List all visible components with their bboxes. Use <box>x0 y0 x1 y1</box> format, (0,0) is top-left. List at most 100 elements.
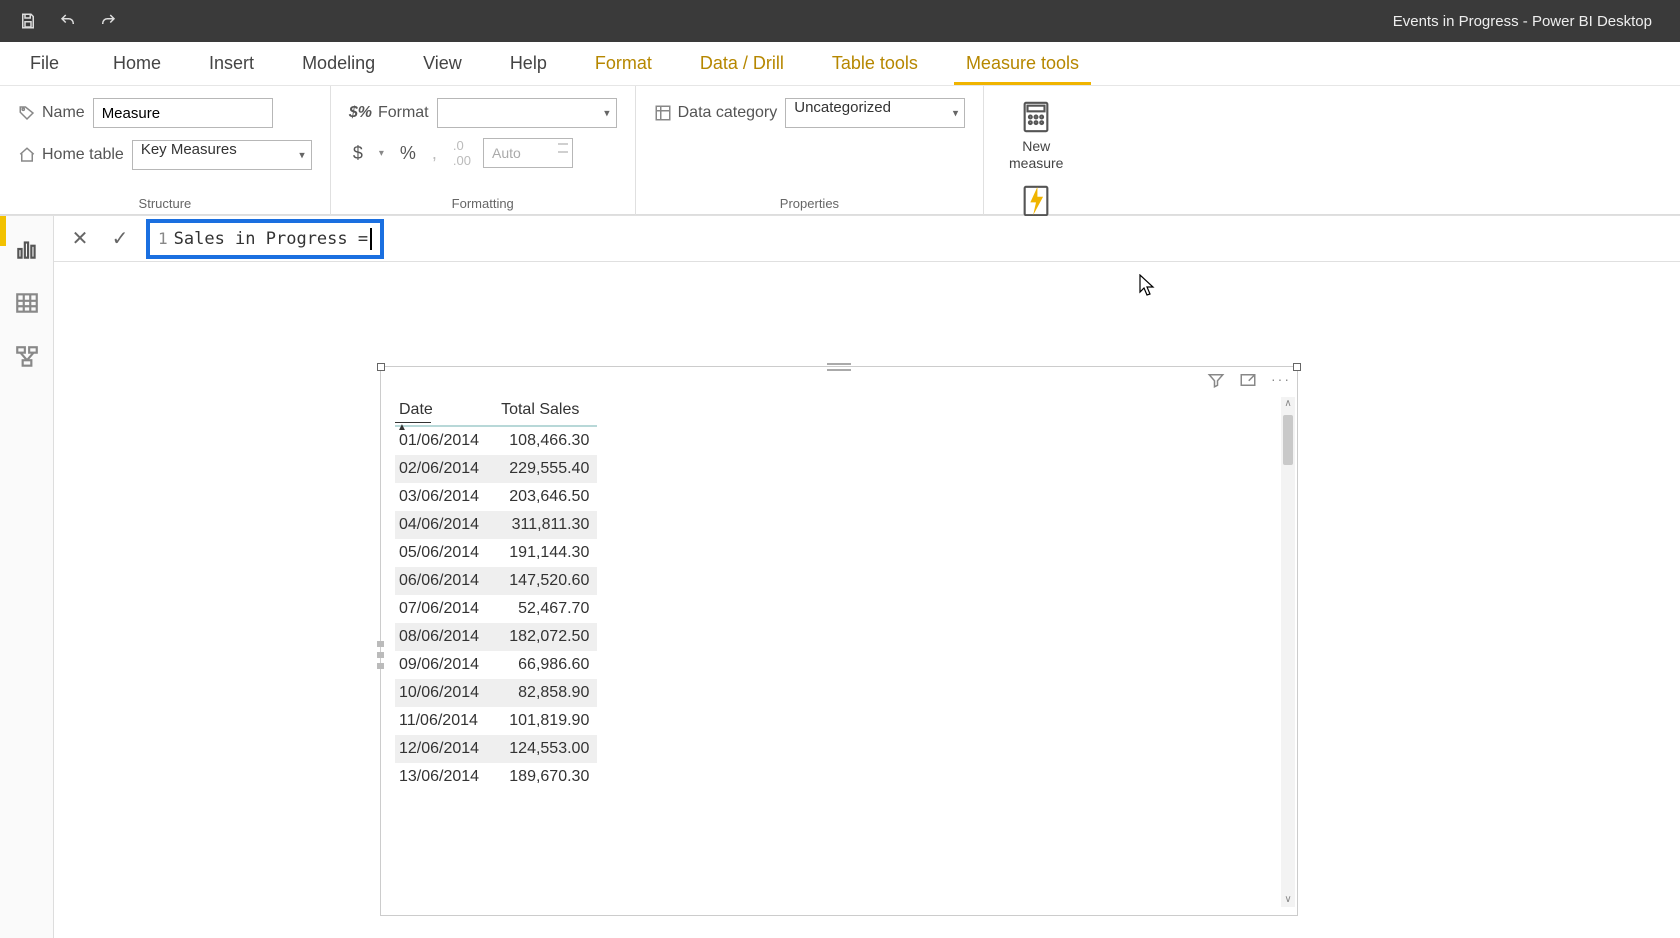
cell-total-sales: 108,466.30 <box>497 426 597 455</box>
tab-file[interactable]: File <box>0 41 89 85</box>
cell-total-sales: 182,072.50 <box>497 623 597 651</box>
titlebar: Events in Progress - Power BI Desktop <box>0 0 1680 42</box>
data-view-button[interactable] <box>6 282 48 324</box>
mouse-cursor-icon <box>1139 274 1157 298</box>
table-row[interactable]: 02/06/2014229,555.40 <box>395 455 597 483</box>
table-row[interactable]: 04/06/2014311,811.30 <box>395 511 597 539</box>
save-icon[interactable] <box>16 9 40 33</box>
window-title: Events in Progress - Power BI Desktop <box>1393 13 1652 30</box>
scroll-up-icon[interactable]: ∧ <box>1281 397 1295 411</box>
currency-button[interactable]: $ <box>349 143 367 164</box>
cell-total-sales: 147,520.60 <box>497 567 597 595</box>
resize-handle-tr[interactable] <box>1293 363 1301 371</box>
table-row[interactable]: 08/06/2014182,072.50 <box>395 623 597 651</box>
table-row[interactable]: 01/06/2014108,466.30 <box>395 426 597 455</box>
column-header-date[interactable]: Date ▲ <box>395 395 497 426</box>
quick-measure-icon <box>1019 184 1053 218</box>
cell-total-sales: 229,555.40 <box>497 455 597 483</box>
ribbon-group-structure: Name Home table Key Measures Structure <box>0 86 331 215</box>
scroll-thumb[interactable] <box>1283 415 1293 465</box>
data-category-label: Data category <box>654 104 778 122</box>
table-row[interactable]: 11/06/2014101,819.90 <box>395 707 597 735</box>
category-icon <box>654 104 672 122</box>
table-row[interactable]: 07/06/201452,467.70 <box>395 595 597 623</box>
home-table-select[interactable]: Key Measures <box>132 140 312 170</box>
cell-date: 13/06/2014 <box>395 763 497 791</box>
new-measure-button[interactable]: New measure <box>1002 100 1070 172</box>
home-table-label: Home table <box>18 146 124 164</box>
cell-total-sales: 311,811.30 <box>497 511 597 539</box>
cell-total-sales: 124,553.00 <box>497 735 597 763</box>
cell-date: 06/06/2014 <box>395 567 497 595</box>
model-view-button[interactable] <box>6 336 48 378</box>
percent-button[interactable]: % <box>396 143 420 164</box>
visual-header-toolbar: ··· <box>1207 371 1291 389</box>
cell-date: 10/06/2014 <box>395 679 497 707</box>
tab-data-drill[interactable]: Data / Drill <box>676 41 808 85</box>
table-row[interactable]: 13/06/2014189,670.30 <box>395 763 597 791</box>
scroll-down-icon[interactable]: ∨ <box>1281 893 1295 907</box>
cell-date: 04/06/2014 <box>395 511 497 539</box>
table-row[interactable]: 05/06/2014191,144.30 <box>395 539 597 567</box>
redo-icon[interactable] <box>96 9 120 33</box>
caret-icon <box>370 228 372 250</box>
cell-date: 01/06/2014 <box>395 426 497 455</box>
data-category-select[interactable]: Uncategorized <box>785 98 965 128</box>
side-grip-icon[interactable] <box>377 641 384 669</box>
data-table: Date ▲ Total Sales 01/06/2014108,466.300… <box>395 395 597 791</box>
undo-icon[interactable] <box>56 9 80 33</box>
table-row[interactable]: 12/06/2014124,553.00 <box>395 735 597 763</box>
filter-icon[interactable] <box>1207 371 1225 389</box>
tab-home[interactable]: Home <box>89 41 185 85</box>
active-view-indicator <box>0 216 6 246</box>
group-label-formatting: Formatting <box>349 192 617 211</box>
name-input[interactable] <box>93 98 273 128</box>
formula-input-highlight[interactable]: 1 Sales in Progress = <box>146 219 384 259</box>
decimal-places-input[interactable]: Auto <box>483 138 573 168</box>
table-row[interactable]: 10/06/201482,858.90 <box>395 679 597 707</box>
table-icon <box>14 290 40 316</box>
tab-insert[interactable]: Insert <box>185 41 278 85</box>
formula-text[interactable]: Sales in Progress = <box>174 229 368 249</box>
tab-view[interactable]: View <box>399 41 486 85</box>
ribbon-tabs: File Home Insert Modeling View Help Form… <box>0 42 1680 86</box>
cell-date: 03/06/2014 <box>395 483 497 511</box>
group-label-properties: Properties <box>654 192 966 211</box>
sort-asc-icon: ▲ <box>397 422 407 433</box>
report-view-button[interactable] <box>6 228 48 270</box>
tab-table-tools[interactable]: Table tools <box>808 41 942 85</box>
drag-grip-icon[interactable] <box>827 363 851 371</box>
model-icon <box>14 344 40 370</box>
tab-modeling[interactable]: Modeling <box>278 41 399 85</box>
name-label: Name <box>18 104 85 122</box>
resize-handle-tl[interactable] <box>377 363 385 371</box>
cell-date: 09/06/2014 <box>395 651 497 679</box>
formula-cancel-button[interactable]: ✕ <box>66 226 94 251</box>
format-select[interactable] <box>437 98 617 128</box>
tag-icon <box>18 104 36 122</box>
table-row[interactable]: 03/06/2014203,646.50 <box>395 483 597 511</box>
vertical-scrollbar[interactable]: ∧ ∨ <box>1281 397 1295 907</box>
table-visual[interactable]: ··· Date ▲ Total Sales 01 <box>380 366 1298 916</box>
cell-date: 05/06/2014 <box>395 539 497 567</box>
formula-commit-button[interactable]: ✓ <box>106 226 134 251</box>
bar-chart-icon <box>14 236 40 262</box>
ribbon-group-calculations: New measure Quick measure Calculations <box>984 86 1091 215</box>
tab-measure-tools[interactable]: Measure tools <box>942 41 1103 85</box>
more-options-icon[interactable]: ··· <box>1271 371 1291 389</box>
focus-mode-icon[interactable] <box>1239 371 1257 389</box>
cell-date: 07/06/2014 <box>395 595 497 623</box>
currency-dropdown-icon[interactable]: ▾ <box>375 148 388 159</box>
view-switcher <box>0 216 54 938</box>
cell-total-sales: 189,670.30 <box>497 763 597 791</box>
tab-format[interactable]: Format <box>571 41 676 85</box>
tab-help[interactable]: Help <box>486 41 571 85</box>
table-row[interactable]: 09/06/201466,986.60 <box>395 651 597 679</box>
table-row[interactable]: 06/06/2014147,520.60 <box>395 567 597 595</box>
home-icon <box>18 146 36 164</box>
canvas-area: ✕ ✓ 1 Sales in Progress = ··· <box>54 216 1680 938</box>
decimal-button[interactable]: .0.00 <box>449 138 475 168</box>
column-header-total-sales[interactable]: Total Sales <box>497 395 597 426</box>
comma-button[interactable]: , <box>428 143 441 164</box>
group-label-structure: Structure <box>18 192 312 211</box>
